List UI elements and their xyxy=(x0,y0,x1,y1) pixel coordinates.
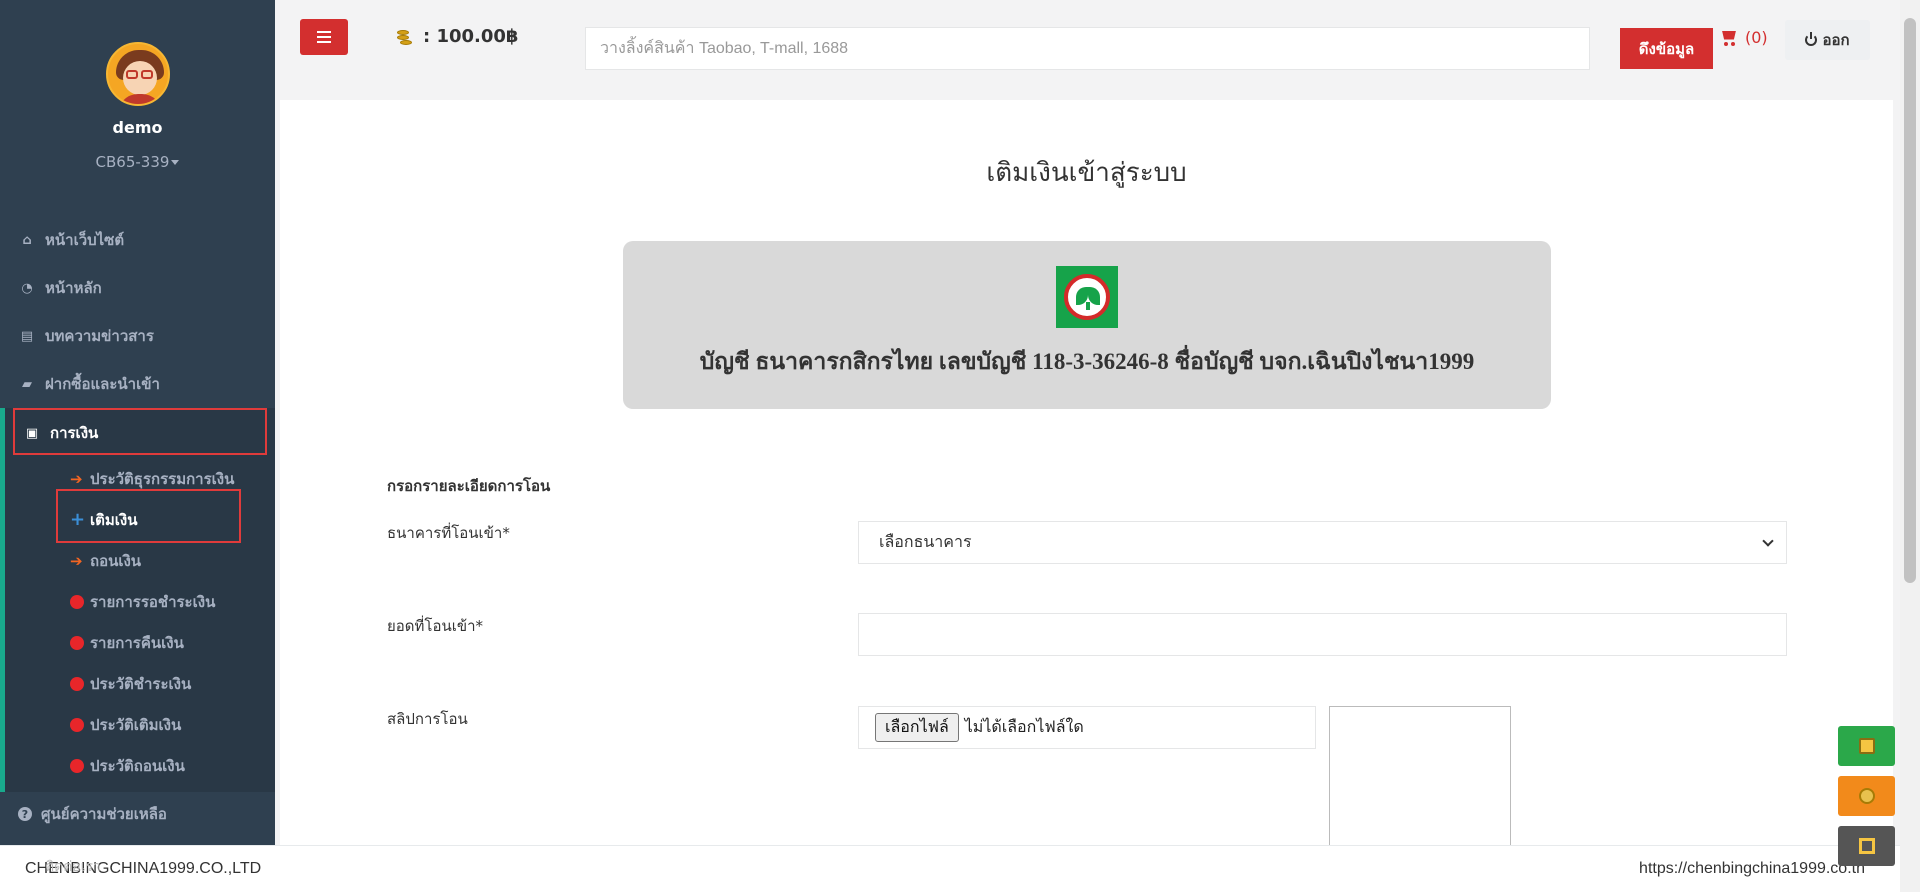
file-status: ไม่ได้เลือกไฟล์ใด xyxy=(964,717,1084,736)
wallet-balance: : 100.00฿ xyxy=(395,26,518,47)
slip-field-label: สลิปการโอน xyxy=(387,710,468,728)
sidebar-item-label: ศูนย์ความช่วยเหลือ xyxy=(41,805,167,823)
cart-count: (0) xyxy=(1745,28,1768,47)
amount-input[interactable] xyxy=(858,613,1787,656)
main-content: เติมเงินเข้าสู่ระบบ บัญชี ธนาคารกสิกรไทย… xyxy=(280,100,1893,845)
sidebar-item-news[interactable]: ▤ บทความข่าวสาร xyxy=(0,312,275,360)
sidebar-item-label: บทความข่าวสาร xyxy=(45,327,154,345)
sidebar-subitem-label: ประวัติถอนเงิน xyxy=(90,756,185,775)
balance-value: : 100.00฿ xyxy=(423,26,519,47)
sidebar-subitem-pending-payment[interactable]: รายการรอชำระเงิน xyxy=(5,581,275,622)
product-link-input[interactable] xyxy=(585,27,1590,70)
sidebar-subitem-label: ประวัติชำระเงิน xyxy=(90,674,192,693)
amount-field-label: ยอดที่โอนเข้า* xyxy=(387,617,484,635)
bank-select[interactable]: เลือกธนาคาร xyxy=(858,521,1787,564)
crop-icon xyxy=(1858,838,1875,854)
profile: demo CB65-339 xyxy=(0,0,275,171)
menu-toggle-button[interactable] xyxy=(300,19,348,55)
sidebar-item-label: ฝากซื้อและนำเข้า xyxy=(45,375,160,393)
sidebar-subitem-withdraw-history[interactable]: ประวัติถอนเงิน xyxy=(5,745,275,786)
username: demo xyxy=(112,118,163,137)
sidebar-item-help[interactable]: ? ศูนย์ความช่วยเหลือ xyxy=(0,790,275,838)
sidebar-item-label: หน้าหลัก xyxy=(45,279,102,297)
red-dot-icon xyxy=(70,758,84,773)
bank-select-value: เลือกธนาคาร xyxy=(879,532,972,551)
page-title: เติมเงินเข้าสู่ระบบ xyxy=(986,157,1187,187)
floating-crop-button[interactable] xyxy=(1838,826,1895,866)
avatar[interactable] xyxy=(105,42,170,106)
sidebar-subitem-label: รายการรอชำระเงิน xyxy=(90,592,216,611)
newspaper-icon: ▤ xyxy=(20,328,34,344)
sidebar-group-finance: ▣ การเงิน ➔ ประวัติธุรกรรมการเงิน + เติม… xyxy=(0,408,275,792)
red-dot-icon xyxy=(70,635,84,650)
product-link-search: ดึงข้อมูล xyxy=(585,27,1713,70)
coins-icon xyxy=(395,28,413,46)
choose-file-button[interactable]: เลือกไฟล์ xyxy=(875,713,959,742)
sidebar-subitem-label: ถอนเงิน xyxy=(90,551,142,570)
power-icon xyxy=(1805,32,1818,46)
sidebar-subitem-payment-history[interactable]: ประวัติชำระเงิน xyxy=(5,663,275,704)
sidebar-subitem-topup-history[interactable]: ประวัติเติมเงิน xyxy=(5,704,275,745)
coins-icon xyxy=(1858,788,1875,804)
red-dot-icon xyxy=(70,594,84,609)
sidebar-subitem-label: รายการคืนเงิน xyxy=(90,633,184,652)
arrow-right-icon: ➔ xyxy=(70,551,83,570)
home-icon: ⌂ xyxy=(22,232,32,248)
question-icon: ? xyxy=(18,807,32,821)
sidebar-subitem-label: ประวัติธุรกรรมการเงิน xyxy=(90,469,235,488)
cart-icon xyxy=(1719,30,1737,46)
sidebar-item-home[interactable]: ◔ หน้าหลัก xyxy=(0,264,275,312)
sidebar-subitem-refunds[interactable]: รายการคืนเงิน xyxy=(5,622,275,663)
kbank-logo xyxy=(1056,266,1118,328)
highlight-box-topup xyxy=(56,489,241,543)
shopping-bag-icon: ▰ xyxy=(22,376,32,392)
top-bar: : 100.00฿ ดึงข้อมูล (0) ออก xyxy=(275,0,1900,100)
logout-label: ออก xyxy=(1822,31,1850,49)
bank-field-label: ธนาคารที่โอนเข้า* xyxy=(387,524,510,542)
red-dot-icon xyxy=(70,676,84,691)
floating-document-button[interactable] xyxy=(1838,726,1895,766)
bank-account-box: บัญชี ธนาคารกสิกรไทย เลขบัญชี 118-3-3624… xyxy=(623,241,1551,409)
document-icon xyxy=(1858,738,1875,754)
red-dot-icon xyxy=(70,717,84,732)
logout-button[interactable]: ออก xyxy=(1785,20,1870,60)
sidebar-subitem-withdraw[interactable]: ➔ ถอนเงิน xyxy=(5,540,275,581)
bank-account-text: บัญชี ธนาคารกสิกรไทย เลขบัญชี 118-3-3624… xyxy=(699,349,1475,374)
user-code: CB65-339 xyxy=(95,153,170,171)
page-scrollbar[interactable] xyxy=(1900,0,1920,892)
slip-preview xyxy=(1329,706,1511,845)
fetch-data-button[interactable]: ดึงข้อมูล xyxy=(1620,28,1713,69)
footer-url: https://chenbingchina1999.co.th xyxy=(1639,860,1865,877)
arrow-right-icon: ➔ xyxy=(70,469,83,488)
scrollbar-thumb[interactable] xyxy=(1904,18,1916,583)
caret-down-icon xyxy=(171,160,180,165)
chevron-down-icon xyxy=(1762,535,1774,547)
sidebar-item-website[interactable]: ⌂ หน้าเว็บไซต์ xyxy=(0,216,275,264)
highlight-box-finance xyxy=(13,408,267,455)
sidebar-item-import[interactable]: ▰ ฝากซื้อและนำเข้า xyxy=(0,360,275,408)
dashboard-icon: ◔ xyxy=(21,280,33,296)
form-section-label: กรอกรายละเอียดการโอน xyxy=(387,477,551,495)
slip-file-input: เลือกไฟล์ ไม่ได้เลือกไฟล์ใด xyxy=(858,706,1316,749)
sidebar-subitem-label: ประวัติเติมเงิน xyxy=(90,715,182,734)
sidebar-item-label: หน้าเว็บไซต์ xyxy=(45,231,125,249)
footer: ติดต่อเรา CHENBINGCHINA1999.CO.,LTD http… xyxy=(0,845,1920,892)
cart-button[interactable]: (0) xyxy=(1719,28,1768,47)
floating-coins-button[interactable] xyxy=(1838,776,1895,816)
user-code-dropdown[interactable]: CB65-339 xyxy=(0,153,275,171)
footer-overlay-text: ติดต่อเรา xyxy=(45,858,101,874)
